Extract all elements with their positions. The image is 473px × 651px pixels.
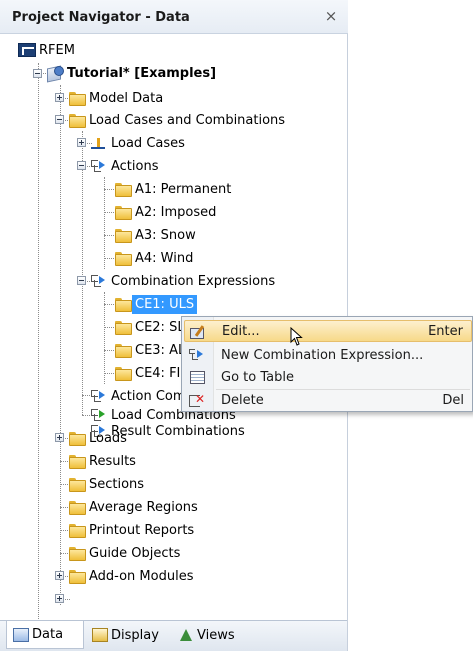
tab-display[interactable]: Display (88, 621, 174, 649)
tab-label: Views (197, 627, 235, 643)
folder-icon (68, 522, 86, 538)
folder-open-icon (68, 112, 86, 128)
menu-item-shortcut: Enter (428, 323, 463, 339)
tree-item-actions[interactable]: Actions (90, 155, 162, 177)
tree-item-action-a4[interactable]: A4: Wind (114, 247, 196, 269)
menu-item-edit[interactable]: Edit... Enter (184, 320, 472, 342)
menu-item-label: Edit... (222, 323, 260, 339)
tree-item-action-a1[interactable]: A1: Permanent (114, 178, 234, 200)
tree-item-action-a2[interactable]: A2: Imposed (114, 201, 219, 223)
new-expression-icon (188, 347, 206, 363)
navigator-tab-bar: Data Display Views (0, 620, 347, 651)
menu-item-shortcut: Del (442, 392, 464, 408)
rfem-icon (18, 43, 36, 57)
edit-icon (189, 324, 207, 340)
folder-icon (114, 365, 132, 381)
action-combinations-icon (90, 388, 108, 404)
folder-icon (114, 181, 132, 197)
collapse-combination-expressions-icon[interactable] (77, 276, 86, 285)
close-icon[interactable]: × (322, 7, 340, 25)
delete-icon (188, 392, 206, 408)
tree-item-label: A1: Permanent (135, 181, 232, 197)
tree-item-add-on-modules[interactable]: Add-on Modules (68, 565, 196, 587)
folder-icon (68, 476, 86, 492)
display-tab-icon (92, 628, 108, 642)
folder-icon (114, 342, 132, 358)
project-icon (46, 65, 64, 81)
tree-item-label: A2: Imposed (135, 204, 217, 220)
folder-icon (68, 545, 86, 561)
tree-item-label: Sections (89, 476, 145, 492)
tree-item-label: CE1: ULS (132, 294, 198, 314)
tree-item-printout-reports[interactable]: Printout Reports (68, 519, 197, 541)
folder-icon (114, 204, 132, 220)
tree-item-label: Average Regions (89, 499, 198, 515)
expand-load-cases-icon[interactable] (77, 138, 86, 147)
expand-model-data-icon[interactable] (55, 93, 64, 102)
menu-item-label: New Combination Expression... (221, 347, 424, 363)
load-cases-icon (90, 135, 108, 151)
views-tab-icon (178, 628, 194, 642)
mouse-cursor-icon (290, 327, 303, 346)
folder-icon (114, 319, 132, 335)
tree-item-load-cases-combinations[interactable]: Load Cases and Combinations (68, 109, 288, 131)
tree-item-label: Results (89, 453, 136, 469)
tab-label: Display (111, 627, 159, 643)
expand-add-on-modules-icon[interactable] (55, 594, 64, 603)
tree-item-label: Add-on Modules (89, 568, 194, 584)
expand-loads-icon[interactable] (55, 433, 64, 442)
tree-item-rfem[interactable]: RFEM (18, 39, 78, 61)
tree-item-results[interactable]: Results (68, 450, 139, 472)
tree-item-action-a3[interactable]: A3: Snow (114, 224, 199, 246)
menu-item-new-combination-expression[interactable]: New Combination Expression... (184, 344, 472, 366)
folder-icon (68, 568, 86, 584)
table-icon (188, 369, 206, 385)
tab-views[interactable]: Views (174, 621, 244, 649)
folder-icon (114, 250, 132, 266)
panel-titlebar: Project Navigator - Data × (0, 0, 348, 34)
tree-item-model-data[interactable]: Model Data (68, 87, 166, 109)
tree-item-label: Tutorial* [Examples] (67, 65, 217, 81)
tree-item-label: Printout Reports (89, 522, 195, 538)
actions-icon (90, 158, 108, 174)
tree-item-label: Combination Expressions (111, 273, 276, 289)
tree-item-label: Guide Objects (89, 545, 181, 561)
data-tab-icon (13, 627, 29, 642)
combination-expressions-icon (90, 273, 108, 289)
tree-item-label: Actions (111, 158, 159, 174)
folder-icon (68, 90, 86, 106)
tree-item-load-cases[interactable]: Load Cases (90, 132, 188, 154)
menu-item-label: Delete (221, 392, 264, 408)
menu-item-go-to-table[interactable]: Go to Table (184, 366, 472, 388)
tree-item-label: Loads (89, 430, 127, 446)
menu-item-delete[interactable]: Delete Del (184, 389, 472, 411)
tab-data[interactable]: Data (6, 621, 84, 649)
tree-item-ce1[interactable]: CE1: ULS (114, 293, 198, 315)
tree-item-combination-expressions[interactable]: Combination Expressions (90, 270, 278, 292)
collapse-actions-icon[interactable] (77, 161, 86, 170)
folder-icon (68, 453, 86, 469)
tree-item-label: Load Cases (111, 135, 185, 151)
tree-item-label: RFEM (39, 42, 75, 58)
tab-label: Data (32, 627, 64, 642)
tree-item-project[interactable]: Tutorial* [Examples] (46, 62, 219, 84)
collapse-project-icon[interactable] (33, 69, 42, 78)
collapse-load-cases-combinations-icon[interactable] (55, 115, 64, 124)
folder-icon (68, 430, 86, 446)
tree-item-loads[interactable]: Loads (68, 427, 130, 449)
tree-item-label: A4: Wind (135, 250, 194, 266)
tree-item-label: Model Data (89, 90, 164, 106)
context-menu: Edit... Enter New Combination Expression… (181, 316, 473, 412)
panel-title: Project Navigator - Data (12, 10, 190, 25)
tree-item-average-regions[interactable]: Average Regions (68, 496, 201, 518)
folder-icon (114, 296, 132, 312)
tree-item-label: Load Cases and Combinations (89, 112, 286, 128)
expand-guide-objects-icon[interactable] (55, 571, 64, 580)
folder-icon (68, 499, 86, 515)
tree-item-guide-objects[interactable]: Guide Objects (68, 542, 183, 564)
tree-item-sections[interactable]: Sections (68, 473, 147, 495)
menu-item-label: Go to Table (221, 369, 294, 385)
tree-item-label: A3: Snow (135, 227, 196, 243)
folder-icon (114, 227, 132, 243)
